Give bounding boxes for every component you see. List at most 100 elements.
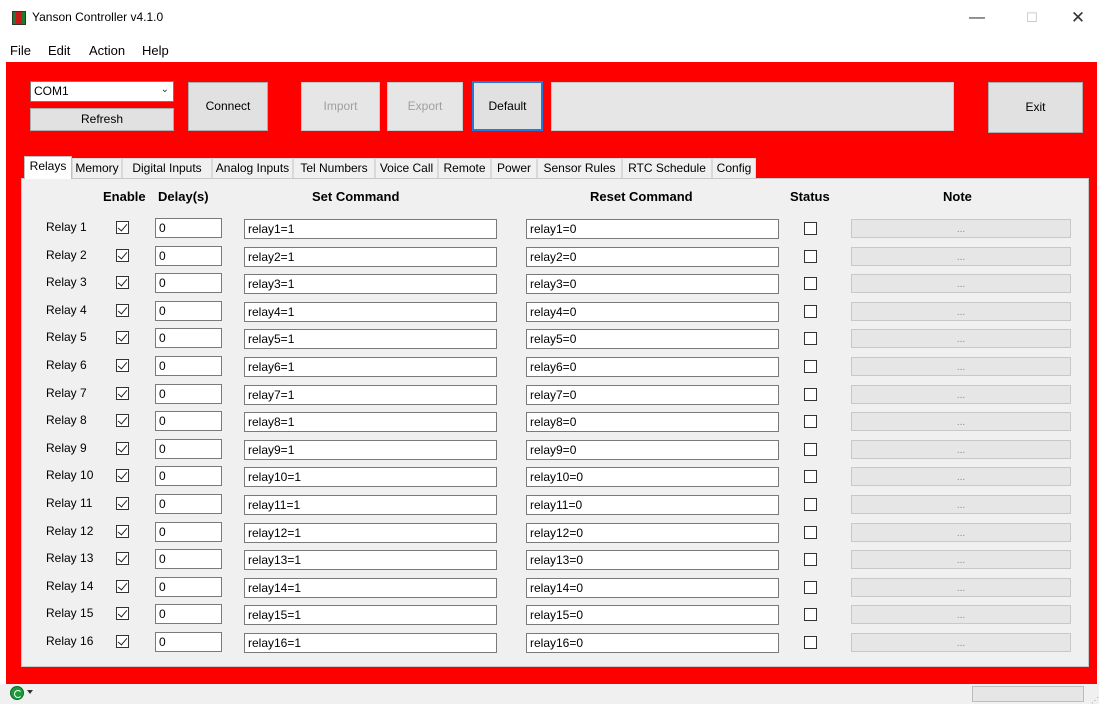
relay-set-command-input-3[interactable]: relay3=1 (244, 274, 497, 294)
relay-note-button-5[interactable]: ... (851, 329, 1071, 348)
relay-note-button-2[interactable]: ... (851, 247, 1071, 266)
relay-enable-checkbox-6[interactable] (116, 359, 129, 372)
relay-set-command-input-16[interactable]: relay16=1 (244, 633, 497, 653)
relay-note-button-8[interactable]: ... (851, 412, 1071, 431)
tab-sensor-rules[interactable]: Sensor Rules (537, 158, 622, 178)
relay-enable-checkbox-8[interactable] (116, 414, 129, 427)
relay-enable-checkbox-1[interactable] (116, 221, 129, 234)
relay-delay-input-14[interactable]: 0 (155, 577, 222, 597)
relay-delay-input-15[interactable]: 0 (155, 604, 222, 624)
relay-delay-input-11[interactable]: 0 (155, 494, 222, 514)
relay-reset-command-input-16[interactable]: relay16=0 (526, 633, 779, 653)
relay-reset-command-input-8[interactable]: relay8=0 (526, 412, 779, 432)
relay-enable-checkbox-16[interactable] (116, 635, 129, 648)
tab-analog-inputs[interactable]: Analog Inputs (212, 158, 293, 178)
dropdown-caret-icon[interactable] (27, 690, 33, 694)
tab-relays[interactable]: Relays (24, 156, 72, 179)
relay-note-button-9[interactable]: ... (851, 440, 1071, 459)
relay-enable-checkbox-3[interactable] (116, 276, 129, 289)
relay-delay-input-12[interactable]: 0 (155, 522, 222, 542)
relay-status-checkbox-6[interactable] (804, 360, 817, 373)
relay-set-command-input-8[interactable]: relay8=1 (244, 412, 497, 432)
minimize-button[interactable]: — (954, 6, 1000, 30)
relay-enable-checkbox-7[interactable] (116, 387, 129, 400)
relay-status-checkbox-16[interactable] (804, 636, 817, 649)
tab-power[interactable]: Power (491, 158, 537, 178)
relay-delay-input-16[interactable]: 0 (155, 632, 222, 652)
relay-status-checkbox-5[interactable] (804, 332, 817, 345)
relay-enable-checkbox-12[interactable] (116, 525, 129, 538)
relay-reset-command-input-15[interactable]: relay15=0 (526, 605, 779, 625)
sync-icon[interactable] (10, 686, 24, 700)
tab-remote[interactable]: Remote (438, 158, 491, 178)
relay-set-command-input-14[interactable]: relay14=1 (244, 578, 497, 598)
relay-note-button-10[interactable]: ... (851, 467, 1071, 486)
relay-note-button-4[interactable]: ... (851, 302, 1071, 321)
default-button[interactable]: Default (472, 81, 543, 131)
relay-status-checkbox-14[interactable] (804, 581, 817, 594)
relay-enable-checkbox-4[interactable] (116, 304, 129, 317)
relay-set-command-input-2[interactable]: relay2=1 (244, 247, 497, 267)
relay-set-command-input-11[interactable]: relay11=1 (244, 495, 497, 515)
relay-enable-checkbox-2[interactable] (116, 249, 129, 262)
relay-reset-command-input-12[interactable]: relay12=0 (526, 523, 779, 543)
relay-enable-checkbox-13[interactable] (116, 552, 129, 565)
relay-delay-input-3[interactable]: 0 (155, 273, 222, 293)
relay-note-button-7[interactable]: ... (851, 385, 1071, 404)
menu-help[interactable]: Help (142, 43, 169, 58)
tab-memory[interactable]: Memory (72, 158, 122, 178)
relay-delay-input-4[interactable]: 0 (155, 301, 222, 321)
relay-delay-input-9[interactable]: 0 (155, 439, 222, 459)
tab-tel-numbers[interactable]: Tel Numbers (293, 158, 375, 178)
tab-voice-call[interactable]: Voice Call (375, 158, 438, 178)
relay-enable-checkbox-11[interactable] (116, 497, 129, 510)
import-button[interactable]: Import (301, 82, 380, 131)
relay-set-command-input-12[interactable]: relay12=1 (244, 523, 497, 543)
menu-action[interactable]: Action (89, 43, 125, 58)
com-port-select[interactable]: COM1 ⌄ (30, 81, 174, 102)
relay-note-button-13[interactable]: ... (851, 550, 1071, 569)
relay-note-button-15[interactable]: ... (851, 605, 1071, 624)
relay-note-button-11[interactable]: ... (851, 495, 1071, 514)
tab-rtc-schedule[interactable]: RTC Schedule (622, 158, 712, 178)
relay-set-command-input-5[interactable]: relay5=1 (244, 329, 497, 349)
relay-note-button-3[interactable]: ... (851, 274, 1071, 293)
refresh-button[interactable]: Refresh (30, 108, 174, 131)
relay-enable-checkbox-15[interactable] (116, 607, 129, 620)
relay-reset-command-input-9[interactable]: relay9=0 (526, 440, 779, 460)
relay-enable-checkbox-14[interactable] (116, 580, 129, 593)
close-button[interactable]: ✕ (1060, 6, 1096, 30)
relay-delay-input-13[interactable]: 0 (155, 549, 222, 569)
relay-reset-command-input-2[interactable]: relay2=0 (526, 247, 779, 267)
relay-delay-input-5[interactable]: 0 (155, 328, 222, 348)
relay-delay-input-8[interactable]: 0 (155, 411, 222, 431)
relay-note-button-1[interactable]: ... (851, 219, 1071, 238)
relay-reset-command-input-5[interactable]: relay5=0 (526, 329, 779, 349)
relay-set-command-input-7[interactable]: relay7=1 (244, 385, 497, 405)
relay-status-checkbox-10[interactable] (804, 470, 817, 483)
relay-reset-command-input-6[interactable]: relay6=0 (526, 357, 779, 377)
relay-status-checkbox-13[interactable] (804, 553, 817, 566)
relay-status-checkbox-7[interactable] (804, 388, 817, 401)
relay-status-checkbox-1[interactable] (804, 222, 817, 235)
relay-note-button-12[interactable]: ... (851, 523, 1071, 542)
relay-reset-command-input-1[interactable]: relay1=0 (526, 219, 779, 239)
relay-status-checkbox-11[interactable] (804, 498, 817, 511)
relay-status-checkbox-4[interactable] (804, 305, 817, 318)
relay-delay-input-10[interactable]: 0 (155, 466, 222, 486)
relay-status-checkbox-2[interactable] (804, 250, 817, 263)
relay-reset-command-input-10[interactable]: relay10=0 (526, 467, 779, 487)
relay-reset-command-input-11[interactable]: relay11=0 (526, 495, 779, 515)
tab-digital-inputs[interactable]: Digital Inputs (122, 158, 212, 178)
relay-reset-command-input-7[interactable]: relay7=0 (526, 385, 779, 405)
relay-reset-command-input-13[interactable]: relay13=0 (526, 550, 779, 570)
relay-status-checkbox-15[interactable] (804, 608, 817, 621)
relay-note-button-16[interactable]: ... (851, 633, 1071, 652)
relay-enable-checkbox-5[interactable] (116, 331, 129, 344)
relay-reset-command-input-4[interactable]: relay4=0 (526, 302, 779, 322)
menu-edit[interactable]: Edit (48, 43, 70, 58)
relay-set-command-input-4[interactable]: relay4=1 (244, 302, 497, 322)
connect-button[interactable]: Connect (188, 82, 268, 131)
resize-grip-icon[interactable]: ⋰ (1091, 696, 1099, 704)
relay-set-command-input-15[interactable]: relay15=1 (244, 605, 497, 625)
